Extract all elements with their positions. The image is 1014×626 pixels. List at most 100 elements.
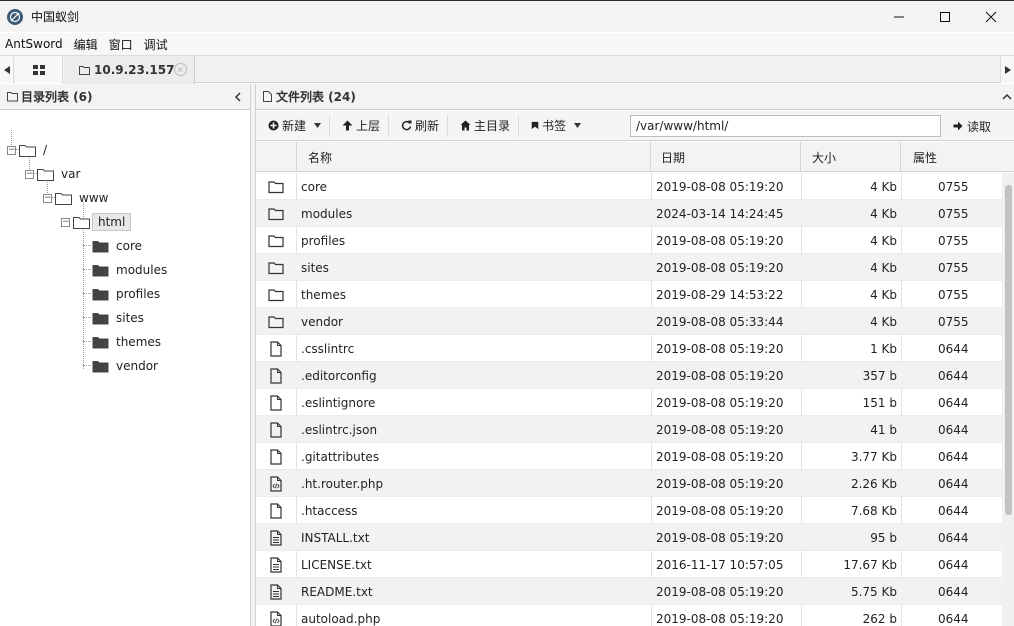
arrow-right-icon xyxy=(953,121,963,131)
file-attr: 0755 xyxy=(938,314,969,329)
file-row[interactable]: README.txt 2019-08-08 05:19:20 5.75 Kb 0644 xyxy=(256,578,1002,605)
file-date: 2019-08-08 05:19:20 xyxy=(656,395,784,410)
arrow-up-icon xyxy=(342,120,353,131)
file-list-panel-title: 文件列表 (24) xyxy=(276,90,356,104)
grid-icon xyxy=(32,64,45,75)
menu-antsword[interactable]: AntSword xyxy=(0,37,69,51)
file-icon xyxy=(256,389,296,416)
folder-icon xyxy=(256,173,296,200)
file-date: 2019-08-08 05:19:20 xyxy=(656,449,784,464)
tree-node-vendor[interactable]: vendor xyxy=(92,356,158,376)
collapse-toggle[interactable]: − xyxy=(7,145,16,155)
refresh-button[interactable]: 刷新 xyxy=(389,111,447,141)
antsword-logo-icon xyxy=(7,8,23,25)
file-row[interactable]: .ht.router.php 2019-08-08 05:19:20 2.26 Kb… xyxy=(256,470,1002,497)
column-header-size[interactable]: 大小 xyxy=(801,142,901,172)
title-bar: 中国蚁剑 xyxy=(0,0,1014,32)
file-date: 2019-08-29 14:53:22 xyxy=(656,287,784,302)
folder-icon xyxy=(92,288,109,300)
tree-node-www[interactable]: − www xyxy=(43,188,108,208)
text-file-icon xyxy=(256,551,296,578)
scrollbar-thumb[interactable] xyxy=(1005,185,1012,515)
read-button[interactable]: 读取 xyxy=(950,111,991,141)
tree-node-themes[interactable]: themes xyxy=(92,332,161,352)
file-row[interactable]: .gitattributes 2019-08-08 05:19:20 3.77 Kb… xyxy=(256,443,1002,470)
tree-node-core[interactable]: core xyxy=(92,236,142,256)
file-name: .ht.router.php xyxy=(301,476,384,491)
file-row[interactable]: .htaccess 2019-08-08 05:19:20 7.68 Kb 0644 xyxy=(256,497,1002,524)
file-size: 4 Kb xyxy=(870,287,897,302)
directory-panel-title: 目录列表 (6) xyxy=(21,90,93,104)
path-input[interactable] xyxy=(630,115,941,137)
tree-node-sites[interactable]: sites xyxy=(92,308,144,328)
menu-window[interactable]: 窗口 xyxy=(104,36,139,53)
collapse-toggle[interactable]: − xyxy=(43,193,52,203)
tab-home[interactable] xyxy=(15,56,63,83)
close-window-button[interactable] xyxy=(968,1,1014,33)
menu-debug[interactable]: 调试 xyxy=(139,36,174,53)
column-header-date[interactable]: 日期 xyxy=(651,142,801,172)
file-row[interactable]: INSTALL.txt 2019-08-08 05:19:20 95 b 0644 xyxy=(256,524,1002,551)
file-row[interactable]: LICENSE.txt 2016-11-17 10:57:05 17.67 Kb 06… xyxy=(256,551,1002,578)
refresh-icon xyxy=(401,120,412,131)
tab-close-button[interactable]: × xyxy=(174,63,187,76)
folder-icon xyxy=(79,66,90,75)
file-row[interactable]: themes 2019-08-29 14:53:22 4 Kb 0755 xyxy=(256,281,1002,308)
maximize-button[interactable] xyxy=(922,1,968,33)
column-header-name[interactable]: 名称 xyxy=(297,142,651,172)
collapse-toggle[interactable]: − xyxy=(25,169,34,179)
folder-icon xyxy=(92,312,109,324)
file-icon xyxy=(256,362,296,389)
new-button[interactable]: 新建 xyxy=(256,111,329,141)
file-size: 41 b xyxy=(870,422,897,437)
file-attr: 0644 xyxy=(938,557,969,572)
plus-circle-icon xyxy=(268,120,279,131)
file-row[interactable]: autoload.php 2019-08-08 05:19:20 262 b 0644 xyxy=(256,605,1002,626)
file-row[interactable]: profiles 2019-08-08 05:19:20 4 Kb 0755 xyxy=(256,227,1002,254)
file-row[interactable]: .eslintignore 2019-08-08 05:19:20 151 b 064… xyxy=(256,389,1002,416)
tab-scroll-right-button[interactable] xyxy=(1000,56,1014,83)
file-row[interactable]: .editorconfig 2019-08-08 05:19:20 357 b 064… xyxy=(256,362,1002,389)
bookmark-button[interactable]: 书签 xyxy=(519,111,589,141)
file-name: .gitattributes xyxy=(301,449,380,464)
file-row[interactable]: .csslintrc 2019-08-08 05:19:20 1 Kb 0644 xyxy=(256,335,1002,362)
tree-label-profiles: profiles xyxy=(116,287,161,301)
collapse-toggle[interactable]: − xyxy=(61,217,70,227)
home-button-label: 主目录 xyxy=(474,119,511,133)
file-attr: 0755 xyxy=(938,233,969,248)
home-button[interactable]: 主目录 xyxy=(448,111,518,141)
close-icon xyxy=(985,11,997,23)
home-icon xyxy=(460,120,471,131)
tree-node-profiles[interactable]: profiles xyxy=(92,284,160,304)
tree-node-modules[interactable]: modules xyxy=(92,260,167,280)
text-file-icon xyxy=(256,524,296,551)
file-row[interactable]: vendor 2019-08-08 05:33:44 4 Kb 0755 xyxy=(256,308,1002,335)
up-button[interactable]: 上层 xyxy=(330,111,388,141)
file-row[interactable]: modules 2024-03-14 14:24:45 4 Kb 0755 xyxy=(256,200,1002,227)
file-size: 5.75 Kb xyxy=(850,584,897,599)
tree-label-core: core xyxy=(116,239,142,253)
chevron-up-icon[interactable] xyxy=(1002,93,1012,101)
file-name: README.txt xyxy=(301,584,373,599)
tab-shell-session[interactable]: 10.9.23.157 × xyxy=(64,56,195,84)
file-row[interactable]: .eslintrc.json 2019-08-08 05:19:20 41 b 064… xyxy=(256,416,1002,443)
menu-edit[interactable]: 编辑 xyxy=(69,36,104,53)
read-button-label: 读取 xyxy=(967,119,992,134)
file-date: 2019-08-08 05:19:20 xyxy=(656,530,784,545)
tree-node-var[interactable]: − var xyxy=(25,164,80,184)
file-size: 4 Kb xyxy=(870,314,897,329)
chevron-left-icon[interactable] xyxy=(234,92,242,102)
file-name: sites xyxy=(301,260,329,275)
file-icon xyxy=(256,416,296,443)
minimize-button[interactable] xyxy=(876,1,922,33)
tree-node-root[interactable]: − / xyxy=(7,140,47,160)
tree-node-html[interactable]: − html xyxy=(61,212,132,232)
column-header-attr[interactable]: 属性 xyxy=(901,142,1014,172)
tab-scroll-left-button[interactable] xyxy=(0,56,14,83)
file-row[interactable]: sites 2019-08-08 05:19:20 4 Kb 0755 xyxy=(256,254,1002,281)
file-row[interactable]: core 2019-08-08 05:19:20 4 Kb 0755 xyxy=(256,173,1002,200)
file-grid-scrollbar[interactable] xyxy=(1002,173,1014,626)
tree-label-vendor: vendor xyxy=(116,359,158,373)
tree-label-modules: modules xyxy=(116,263,168,277)
file-attr: 0644 xyxy=(938,395,969,410)
